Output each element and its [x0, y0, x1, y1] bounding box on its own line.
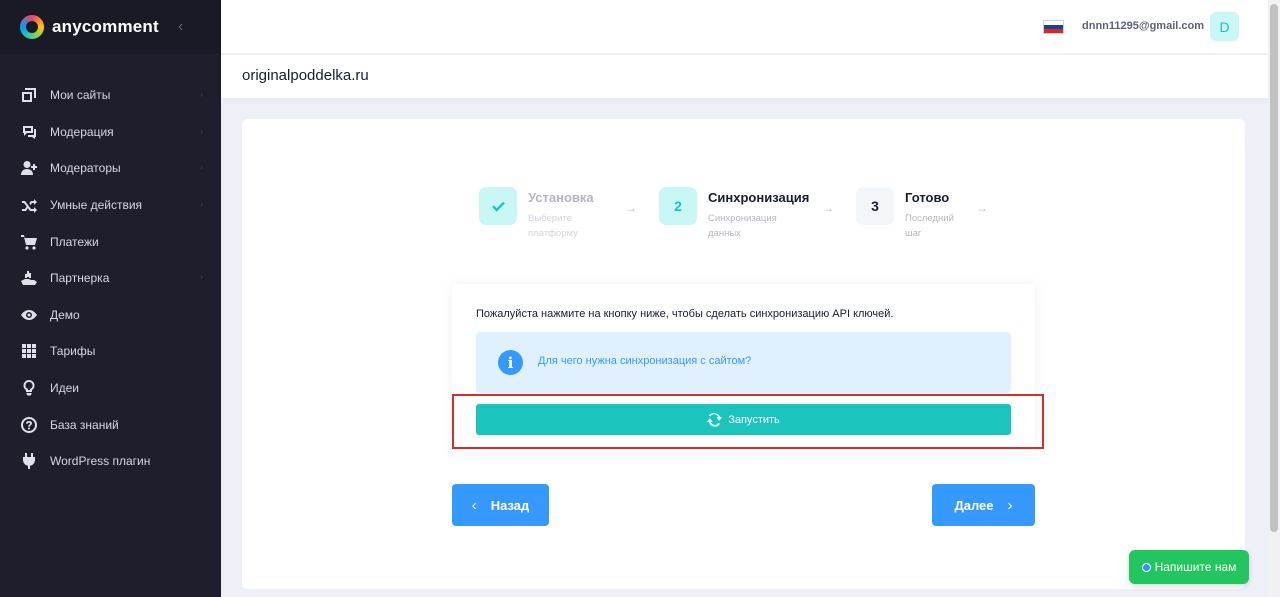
shuffle-icon — [21, 197, 37, 214]
next-button-label: Далее — [954, 497, 994, 513]
chevron-left-icon: ‹ — [471, 496, 477, 514]
avatar[interactable]: D — [1210, 12, 1239, 41]
sidebar-item-label: Модераторы — [50, 161, 121, 176]
sidebar-item-moderators[interactable]: Модераторы › — [0, 150, 221, 187]
sync-help-link[interactable]: Для чего нужна синхронизация с сайтом? — [538, 355, 751, 367]
subheader: originalpoddelka.ru — [221, 55, 1268, 98]
step-title: Синхронизация — [708, 190, 810, 205]
sites-icon — [21, 87, 37, 103]
chevron-right-icon: › — [200, 162, 203, 173]
online-status-icon — [1141, 562, 1151, 572]
chevron-right-icon: › — [200, 125, 203, 136]
sidebar-nav: Мои сайты › Модерация › Модераторы › Умн… — [0, 77, 221, 480]
top-header: dnnn11295@gmail.com D — [221, 0, 1268, 54]
chevron-right-icon: › — [200, 89, 203, 99]
info-alert: i Для чего нужна синхронизация с сайтом? — [476, 332, 1011, 393]
step-title: Установка — [528, 190, 594, 205]
chevron-right-icon: › — [200, 271, 203, 282]
step-description: Выберите платформу — [528, 213, 578, 239]
plug-icon — [21, 453, 37, 470]
cart-icon — [21, 234, 37, 250]
russia-flag-icon[interactable] — [1043, 20, 1064, 34]
sidebar-item-demo[interactable]: Демо — [0, 297, 221, 334]
eye-icon — [21, 307, 37, 323]
sidebar-item-wordpress-plugin[interactable]: WordPress плагин — [0, 443, 221, 480]
arrow-right-icon: → — [976, 201, 988, 215]
info-icon: i — [498, 350, 523, 375]
anycomment-logo-icon — [20, 15, 44, 39]
partner-hand-icon — [21, 270, 37, 286]
step-description: Синхронизация данных — [708, 213, 777, 239]
sidebar-item-label: Мои сайты — [50, 88, 111, 103]
highlight-annotation — [452, 394, 1044, 449]
moderation-chat-icon — [21, 124, 37, 140]
brand-name: anycomment — [52, 17, 159, 36]
back-button-label: Назад — [490, 497, 530, 513]
arrow-right-icon: → — [822, 201, 834, 215]
sidebar-item-moderation[interactable]: Модерация › — [0, 114, 221, 151]
sidebar-item-label: Партнерка — [50, 271, 110, 286]
chat-widget-button[interactable]: Напишите нам — [1129, 550, 1249, 584]
sidebar-item-payments[interactable]: Платежи — [0, 223, 221, 260]
sidebar-item-label: WordPress плагин — [50, 454, 151, 469]
sidebar-item-partner[interactable]: Партнерка › — [0, 260, 221, 297]
sidebar-item-smart-actions[interactable]: Умные действия › — [0, 187, 221, 224]
step-title: Готово — [905, 190, 950, 205]
step-number: 2 — [659, 187, 697, 225]
moderators-user-icon — [21, 160, 37, 176]
next-button[interactable]: Далее › — [932, 484, 1035, 526]
sidebar-item-knowledge-base[interactable]: База знаний — [0, 406, 221, 443]
sidebar-item-label: Платежи — [50, 234, 99, 249]
sidebar-item-ideas[interactable]: Идеи — [0, 370, 221, 407]
sidebar-item-label: Умные действия — [50, 198, 143, 213]
question-icon — [21, 416, 37, 433]
scrollbar-thumb[interactable] — [1270, 4, 1278, 532]
back-button[interactable]: ‹ Назад — [452, 484, 549, 526]
page-title: originalpoddelka.ru — [242, 67, 369, 84]
grid-icon — [21, 343, 37, 359]
brand[interactable]: anycomment ‹ — [0, 0, 221, 54]
step-number: 3 — [856, 187, 894, 225]
lightbulb-icon — [21, 380, 37, 396]
user-email[interactable]: dnnn11295@gmail.com — [1082, 20, 1204, 32]
chevron-right-icon: › — [200, 198, 203, 209]
chevron-right-icon: › — [1007, 496, 1013, 514]
arrow-right-icon: → — [625, 201, 637, 215]
collapse-sidebar-icon[interactable]: ‹ — [178, 18, 183, 36]
sidebar-item-label: Тарифы — [50, 344, 96, 359]
sidebar-item-label: Идеи — [50, 381, 80, 396]
sidebar-item-my-sites[interactable]: Мои сайты › — [0, 77, 221, 114]
checkmark-icon — [491, 201, 505, 212]
chat-widget-label: Напишите нам — [1154, 560, 1237, 574]
sync-instruction: Пожалуйста нажмите на кнопку ниже, чтобы… — [476, 308, 894, 320]
sidebar-item-label: База знаний — [50, 417, 119, 432]
sidebar-item-tariffs[interactable]: Тарифы — [0, 333, 221, 370]
step-badge-done — [479, 187, 517, 225]
page-scrollbar[interactable] — [1268, 0, 1280, 597]
step-description: Последний шаг — [905, 213, 954, 239]
sidebar-item-label: Демо — [50, 307, 80, 322]
sidebar-item-label: Модерация — [50, 124, 114, 139]
sidebar: anycomment ‹ Мои сайты › Модерация › Мод… — [0, 0, 221, 597]
